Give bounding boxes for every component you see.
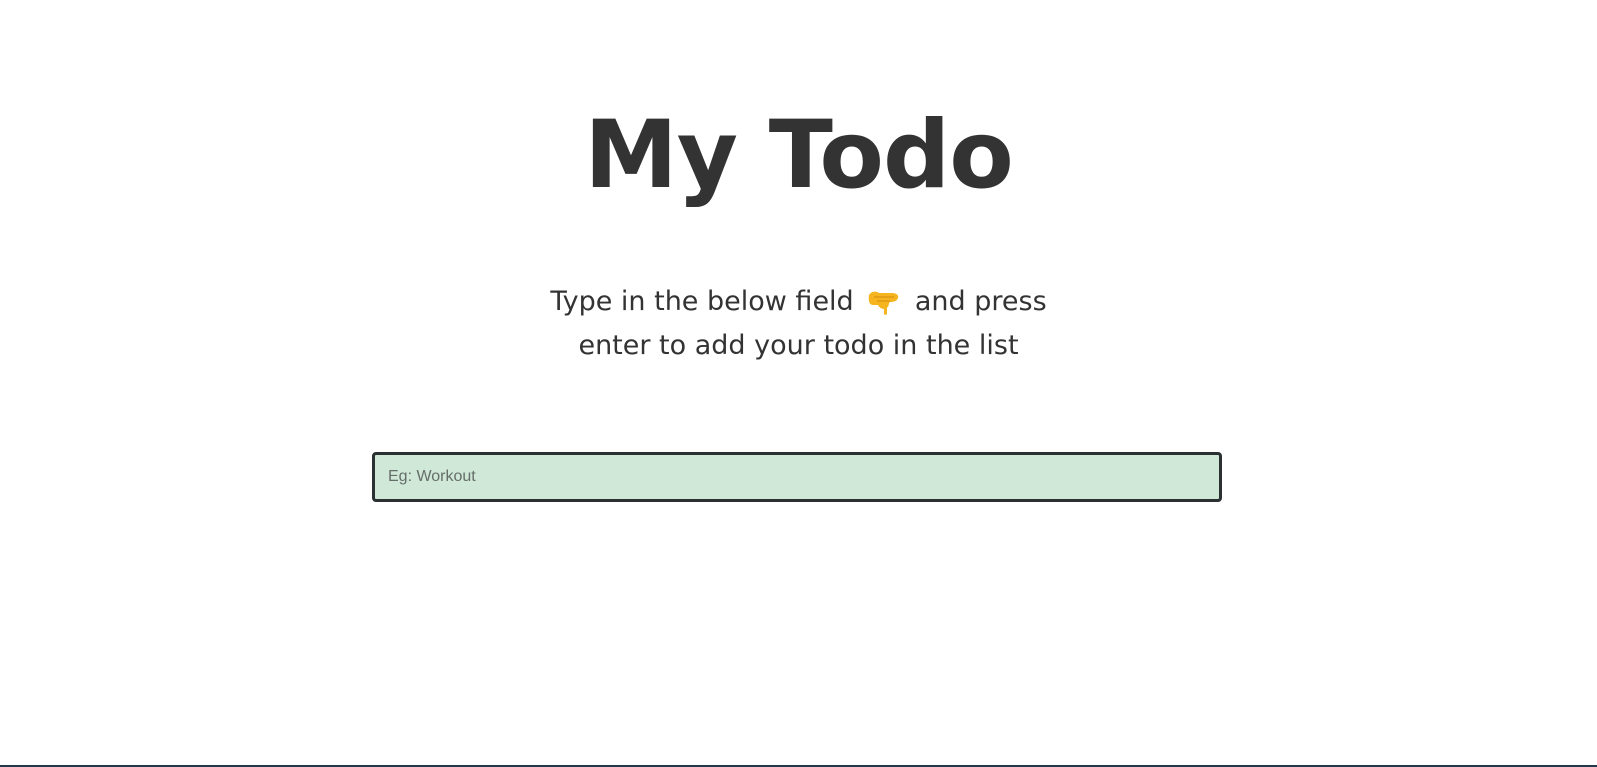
pointing-down-hand-icon	[866, 285, 902, 315]
todo-page: My Todo Type in the below field and pres…	[0, 0, 1597, 767]
todo-input[interactable]	[372, 452, 1222, 502]
instruction-text-start: Type in the below field	[550, 286, 854, 317]
page-title: My Todo	[584, 101, 1014, 210]
instruction-text: Type in the below field and press enter …	[548, 280, 1049, 368]
